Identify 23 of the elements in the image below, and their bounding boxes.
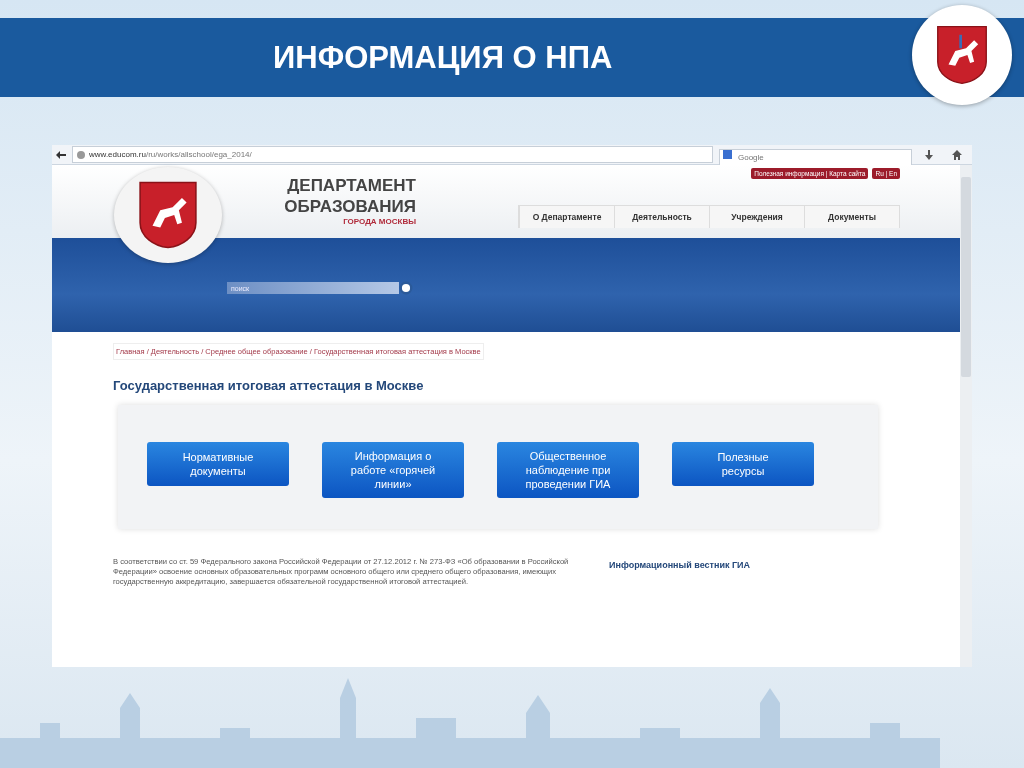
globe-icon [77, 150, 85, 159]
nav-tab[interactable]: Учреждения [709, 206, 804, 228]
nav-tab[interactable]: О Департаменте [519, 206, 614, 228]
url-text: www.educom.ru/ru/works/allschool/ega_2014/ [89, 150, 252, 159]
home-icon[interactable] [952, 149, 962, 160]
side-link[interactable]: Информационный вестник ГИА [609, 560, 750, 587]
section-button[interactable]: Полезные ресурсы [672, 442, 814, 486]
search-engine-icon [723, 150, 732, 159]
page-heading: Государственная итоговая аттестация в Москве [113, 378, 425, 393]
section-button[interactable]: Общественное наблюдение при проведении ГИА [497, 442, 639, 498]
back-icon[interactable] [56, 149, 66, 160]
nav-tab[interactable]: Документы [804, 206, 899, 228]
nav-tab[interactable]: Деятельность [614, 206, 709, 228]
search-icon[interactable] [399, 281, 413, 295]
section-button[interactable]: Информация о работе «горячей линии» [322, 442, 464, 498]
download-icon[interactable] [924, 149, 934, 160]
slide-title: ИНФОРМАЦИЯ О НПА [273, 39, 613, 76]
organization-name: ОБРАЗОВАНИЯ [283, 196, 416, 217]
shield-icon [935, 24, 989, 86]
section-button[interactable]: Нормативные документы [147, 442, 289, 486]
organization-name: ДЕПАРТАМЕНТ [286, 175, 416, 196]
organization-city: ГОРОДА МОСКВЫ [342, 217, 416, 226]
address-field[interactable]: www.educom.ru/ru/works/allschool/ega_2014/ [72, 146, 713, 163]
